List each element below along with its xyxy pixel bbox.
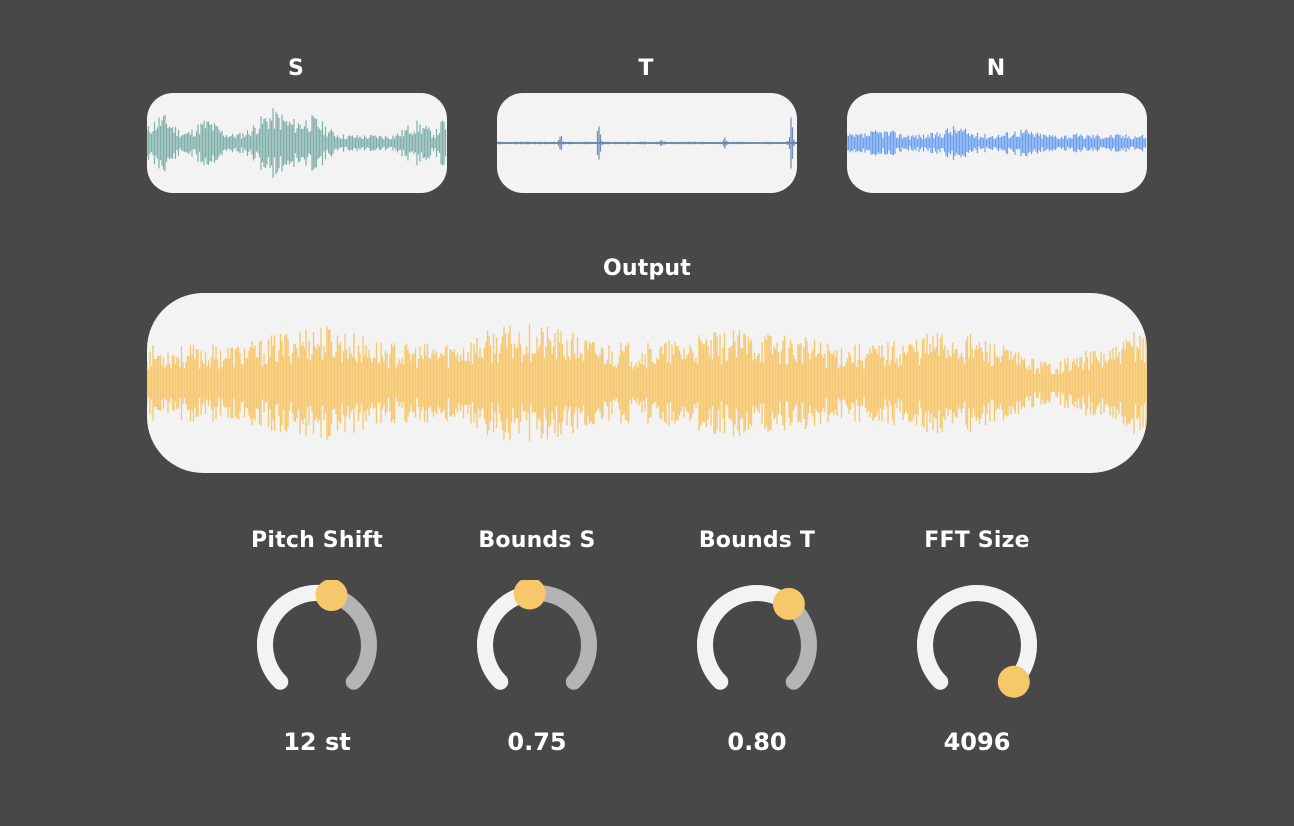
track-label-t: T (638, 56, 654, 81)
output-label: Output (602, 256, 691, 281)
knob-handle[interactable] (513, 580, 546, 610)
waveform-panel-s[interactable] (147, 93, 447, 193)
waveform-n (847, 126, 1147, 160)
knob-label-pitch-shift: Pitch Shift (251, 528, 383, 553)
knob-label-bounds-s: Bounds S (478, 528, 596, 553)
knob-handle[interactable] (997, 665, 1030, 698)
track-label-n: N (986, 56, 1006, 81)
knob-value-bounds-s: 0.75 (507, 728, 567, 756)
knob-handle[interactable] (315, 580, 348, 612)
waveform-t (497, 117, 797, 169)
output-waveform-panel[interactable] (147, 293, 1147, 473)
bounds-s-knob[interactable] (467, 580, 607, 710)
bounds-t-knob[interactable] (687, 580, 827, 710)
knob-value-fft-size: 4096 (943, 728, 1011, 756)
knob-value-bounds-t: 0.80 (727, 728, 787, 756)
knob-value-pitch-shift: 12 st (283, 728, 351, 756)
knob-label-fft-size: FFT Size (924, 528, 1030, 553)
output-waveform (147, 324, 1147, 442)
pitch-shift-knob[interactable] (247, 580, 387, 710)
knob-label-bounds-t: Bounds T (698, 528, 816, 553)
waveform-s (147, 108, 447, 178)
waveform-panel-t[interactable] (497, 93, 797, 193)
fft-size-knob[interactable] (907, 580, 1047, 710)
track-label-s: S (287, 56, 305, 81)
waveform-panel-n[interactable] (847, 93, 1147, 193)
knob-handle[interactable] (772, 587, 805, 620)
